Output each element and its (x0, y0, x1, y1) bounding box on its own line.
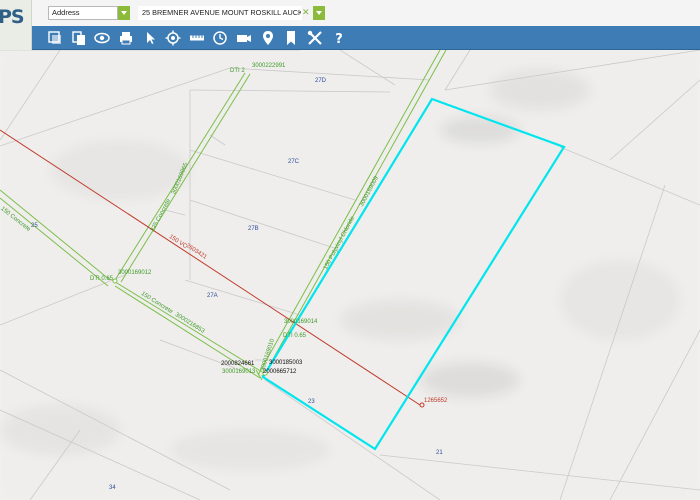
label-id: 3000185003 (269, 360, 303, 366)
label-lot: 27D (315, 78, 327, 84)
layers-button[interactable] (46, 29, 64, 47)
address-search-input[interactable]: 25 BREMNER AVENUE MOUNT ROSKILL AUCKLAND… (138, 6, 302, 20)
history-button[interactable] (211, 29, 229, 47)
label-lot: 27C (288, 159, 300, 165)
manhole-marker[interactable] (112, 278, 118, 284)
label-lot: 23 (308, 399, 315, 405)
label-id: 3000169012 (118, 270, 152, 276)
locate-icon (165, 30, 181, 46)
label-id: 2000665712 (263, 369, 297, 375)
label-lot: 21 (436, 450, 443, 456)
svg-text:?: ? (335, 32, 343, 47)
tools-button[interactable] (306, 29, 324, 47)
camera-button[interactable] (235, 29, 253, 47)
camera-icon (237, 35, 251, 42)
search-type-dropdown-button[interactable] (118, 6, 130, 20)
label-lot: 27A (207, 293, 218, 299)
pointer-icon (147, 32, 155, 44)
label-lot: 25 (31, 223, 38, 229)
print-button[interactable] (117, 29, 135, 47)
label-dti: DTI 0.65 (283, 333, 307, 339)
address-dropdown-button[interactable] (313, 6, 325, 20)
search-bar: Address 25 BREMNER AVENUE MOUNT ROSKILL … (0, 0, 700, 26)
bookmark-icon (287, 31, 295, 45)
label-id: 1265652 (424, 398, 448, 404)
chevron-down-icon (121, 11, 127, 15)
layers-icon (48, 31, 61, 44)
copy-icon (72, 31, 85, 45)
label-id: 2000824661 (221, 361, 255, 367)
label-dti: DTI 0.65 (90, 276, 114, 282)
label-lot: 34 (109, 485, 116, 491)
help-button[interactable]: ? (330, 29, 348, 47)
app-logo-text: PS (0, 6, 25, 28)
label-dti2: DTI 2 (230, 68, 245, 74)
search-type-select[interactable]: Address (48, 6, 118, 20)
app-logo: PS (0, 0, 32, 50)
map-graphics (0, 50, 700, 500)
label-id: 3000222991 (252, 63, 286, 69)
tools-icon (307, 30, 322, 45)
label-lot: 27B (248, 226, 259, 232)
copy-button[interactable] (70, 29, 88, 47)
label-id: 3000169013 (222, 369, 256, 375)
help-icon: ? (335, 32, 343, 47)
view-icon (94, 32, 110, 44)
view-button[interactable] (93, 29, 111, 47)
pin-icon (263, 31, 273, 45)
locate-button[interactable] (164, 29, 182, 47)
map-canvas[interactable]: DTI 2 3000222991 27D 27C 27B 27A 3000169… (0, 50, 700, 500)
pointer-button[interactable] (141, 29, 159, 47)
clear-address-icon[interactable]: ✕ (302, 6, 311, 20)
history-icon (213, 31, 227, 45)
pin-button[interactable] (259, 29, 277, 47)
chevron-down-icon (316, 11, 322, 15)
measure-button[interactable] (188, 29, 206, 47)
map-toolbar: ? (32, 26, 700, 50)
bookmark-button[interactable] (282, 29, 300, 47)
measure-icon (190, 35, 204, 41)
print-icon (120, 32, 132, 45)
label-id: 3000169014 (284, 319, 318, 325)
